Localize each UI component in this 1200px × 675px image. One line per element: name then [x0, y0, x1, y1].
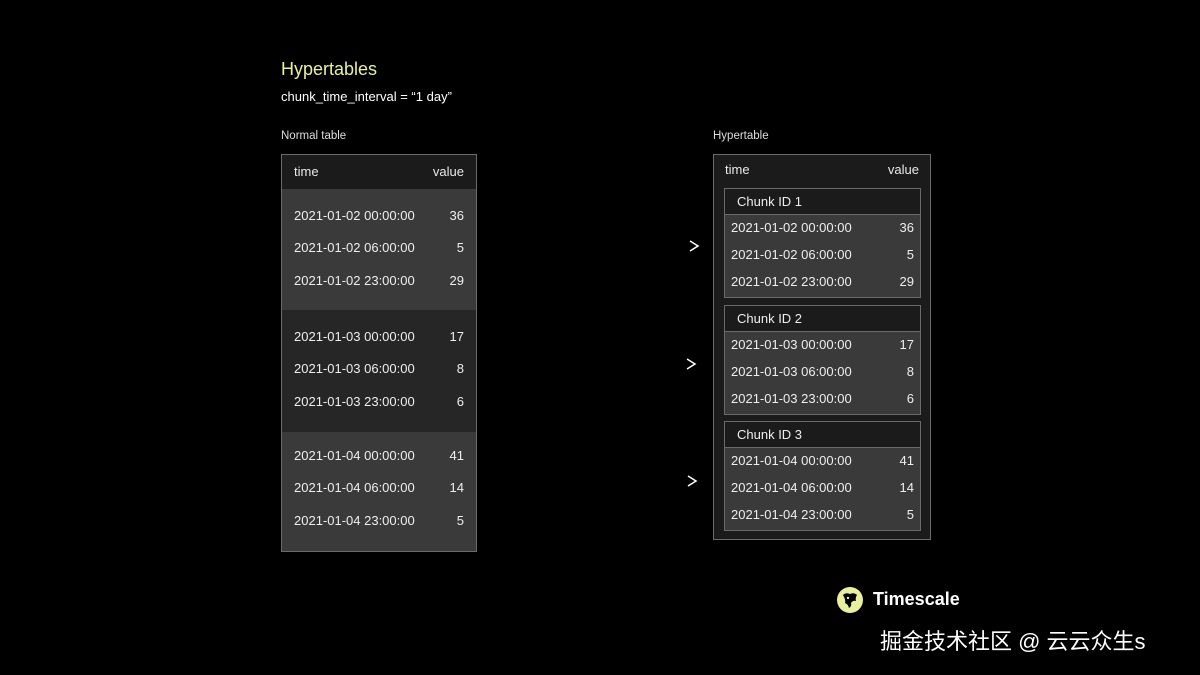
table-row: 2021-01-03 00:00:00 17 [282, 329, 476, 349]
normal-table-label: Normal table [281, 130, 347, 142]
time-cell: 2021-01-02 00:00:00 [731, 220, 852, 235]
time-cell: 2021-01-04 23:00:00 [731, 507, 852, 522]
chunk-box: Chunk ID 2 2021-01-03 00:00:00 17 2021-0… [724, 305, 921, 415]
normal-table-day-group: 2021-01-04 00:00:00 41 2021-01-04 06:00:… [282, 432, 476, 551]
value-cell: 29 [449, 273, 464, 288]
time-cell: 2021-01-04 06:00:00 [294, 480, 415, 495]
page-title: Hypertables [281, 59, 378, 79]
table-row: 2021-01-02 06:00:00 5 [282, 240, 476, 260]
value-column-header: value [887, 162, 919, 177]
time-cell: 2021-01-03 23:00:00 [294, 394, 415, 409]
time-cell: 2021-01-03 06:00:00 [294, 361, 415, 376]
value-cell: 29 [899, 274, 914, 289]
table-row: 2021-01-03 06:00:00 8 [725, 364, 920, 384]
table-row: 2021-01-04 00:00:00 41 [725, 453, 920, 473]
chunk-title-label: Chunk ID 1 [737, 194, 803, 209]
value-cell: 17 [449, 329, 464, 344]
hypertable-label: Hypertable [713, 130, 769, 142]
chunk-box: Chunk ID 3 2021-01-04 00:00:00 41 2021-0… [724, 421, 921, 531]
value-cell: 41 [449, 448, 464, 463]
table-row: 2021-01-02 23:00:00 29 [725, 274, 920, 294]
watermark: 掘金技术社区 @ 云云众生s [880, 629, 1146, 654]
time-cell: 2021-01-02 06:00:00 [294, 240, 415, 255]
table-row: 2021-01-04 00:00:00 41 [282, 448, 476, 468]
time-cell: 2021-01-03 00:00:00 [294, 329, 415, 344]
value-cell: 17 [899, 337, 914, 352]
value-cell: 5 [456, 240, 464, 255]
value-cell: 5 [456, 513, 464, 528]
chunk-title-label: Chunk ID 3 [737, 427, 803, 442]
chunk-rows: 2021-01-03 00:00:00 17 2021-01-03 06:00:… [725, 332, 920, 414]
table-row: 2021-01-03 00:00:00 17 [725, 337, 920, 357]
tiger-icon [837, 587, 863, 613]
time-column-header: time [725, 162, 750, 177]
arrow-chunk-1 [510, 240, 700, 252]
time-cell: 2021-01-04 00:00:00 [731, 453, 852, 468]
value-cell: 5 [906, 247, 914, 262]
normal-table-header: time value [282, 155, 476, 189]
table-row: 2021-01-04 06:00:00 14 [725, 480, 920, 500]
value-cell: 6 [906, 391, 914, 406]
chunk-rows: 2021-01-04 00:00:00 41 2021-01-04 06:00:… [725, 448, 920, 530]
value-cell: 8 [906, 364, 914, 379]
table-row: 2021-01-03 23:00:00 6 [282, 394, 476, 414]
value-cell: 36 [899, 220, 914, 235]
time-cell: 2021-01-02 23:00:00 [294, 273, 415, 288]
table-row: 2021-01-03 06:00:00 8 [282, 361, 476, 381]
time-cell: 2021-01-04 06:00:00 [731, 480, 852, 495]
time-cell: 2021-01-03 00:00:00 [731, 337, 852, 352]
time-cell: 2021-01-03 23:00:00 [731, 391, 852, 406]
value-cell: 36 [449, 208, 464, 223]
chunk-title: Chunk ID 3 [725, 422, 920, 448]
time-cell: 2021-01-02 06:00:00 [731, 247, 852, 262]
chunk-title-label: Chunk ID 2 [737, 311, 803, 326]
arrow-chunk-3 [508, 475, 698, 487]
normal-table-day-group: 2021-01-02 00:00:00 36 2021-01-02 06:00:… [282, 189, 476, 310]
value-column-header: value [432, 164, 464, 179]
table-row: 2021-01-02 00:00:00 36 [725, 220, 920, 240]
value-cell: 6 [456, 394, 464, 409]
table-row: 2021-01-03 23:00:00 6 [725, 391, 920, 411]
time-cell: 2021-01-02 00:00:00 [294, 208, 415, 223]
table-row: 2021-01-04 23:00:00 5 [725, 507, 920, 527]
chunk-title: Chunk ID 1 [725, 189, 920, 215]
table-row: 2021-01-02 06:00:00 5 [725, 247, 920, 267]
value-cell: 8 [456, 361, 464, 376]
brand-name: Timescale [873, 589, 960, 609]
time-cell: 2021-01-02 23:00:00 [731, 274, 852, 289]
time-cell: 2021-01-03 06:00:00 [731, 364, 852, 379]
mapping-arrows [508, 240, 700, 487]
table-row: 2021-01-02 00:00:00 36 [282, 208, 476, 228]
table-row: 2021-01-02 23:00:00 29 [282, 273, 476, 293]
arrow-chunk-2 [510, 358, 697, 370]
chunk-rows: 2021-01-02 00:00:00 36 2021-01-02 06:00:… [725, 215, 920, 297]
time-cell: 2021-01-04 23:00:00 [294, 513, 415, 528]
time-cell: 2021-01-04 00:00:00 [294, 448, 415, 463]
table-row: 2021-01-04 06:00:00 14 [282, 480, 476, 500]
chunk-title: Chunk ID 2 [725, 306, 920, 332]
value-cell: 41 [899, 453, 914, 468]
value-cell: 5 [906, 507, 914, 522]
normal-table-day-group: 2021-01-03 00:00:00 17 2021-01-03 06:00:… [282, 310, 476, 432]
hypertable: time value Chunk ID 1 2021-01-02 00:00:0… [713, 154, 931, 540]
value-cell: 14 [449, 480, 464, 495]
time-column-header: time [294, 164, 319, 179]
normal-table: time value 2021-01-02 00:00:00 36 2021-0… [281, 154, 477, 552]
table-row: 2021-01-04 23:00:00 5 [282, 513, 476, 533]
value-cell: 14 [899, 480, 914, 495]
chunk-interval-subtitle: chunk_time_interval = “1 day” [281, 89, 452, 104]
chunk-box: Chunk ID 1 2021-01-02 00:00:00 36 2021-0… [724, 188, 921, 298]
